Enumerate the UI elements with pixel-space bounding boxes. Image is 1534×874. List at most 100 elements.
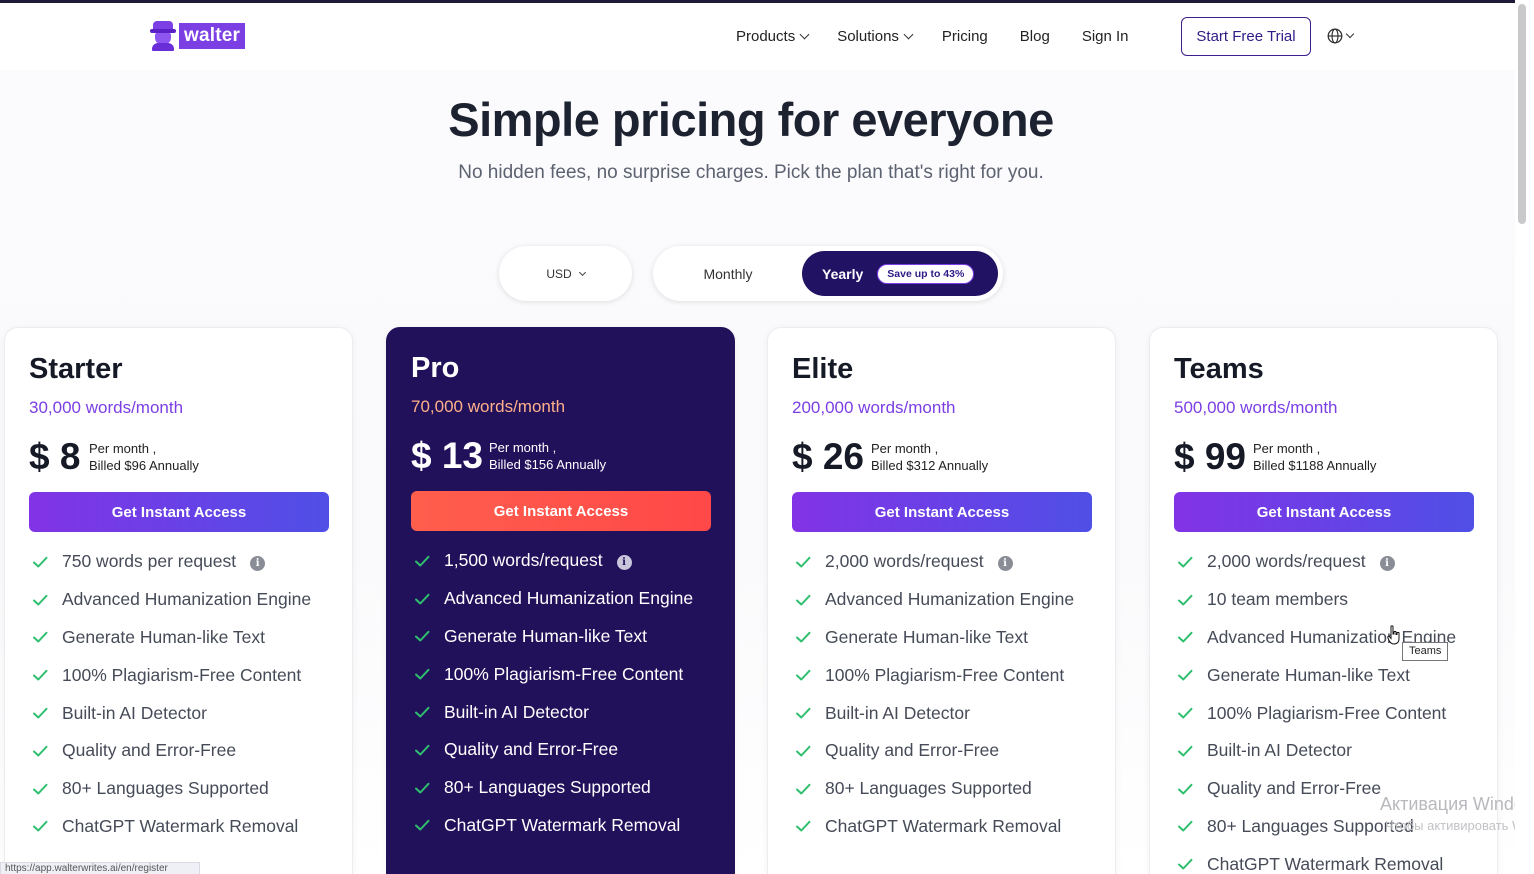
- feature-text: 80+ Languages Supported: [444, 777, 651, 798]
- start-free-trial-button[interactable]: Start Free Trial: [1181, 17, 1311, 56]
- feature-item: Generate Human-like Text: [411, 618, 693, 656]
- feature-item: ChatGPT Watermark Removal: [29, 808, 311, 846]
- feature-text: Built-in AI Detector: [444, 701, 589, 722]
- feature-text: Quality and Error-Free: [444, 739, 619, 760]
- check-icon: [1178, 745, 1193, 757]
- feature-text: 10 team members: [1207, 589, 1349, 610]
- check-icon: [1178, 821, 1193, 832]
- scrollbar-thumb[interactable]: [1518, 4, 1526, 224]
- feature-item: Advanced Humanization Engine: [411, 580, 693, 618]
- nav-solutions[interactable]: Solutions: [837, 28, 914, 45]
- page-subtitle: No hidden fees, no surprise charges. Pic…: [458, 162, 1044, 183]
- info-icon[interactable]: i: [616, 555, 632, 571]
- info-icon[interactable]: i: [250, 556, 266, 572]
- plan-price: $ 26: [792, 436, 865, 477]
- plan-period: Per month ,: [89, 441, 157, 456]
- feature-list: 1,500 words/request i Advanced Humanizatio…: [411, 542, 693, 844]
- check-icon: [33, 670, 48, 681]
- nav-products[interactable]: Products: [736, 28, 810, 45]
- status-bar-url: https://app.walterwrites.ai/en/register: [0, 862, 200, 874]
- page-title: Simple pricing for everyone: [448, 93, 1054, 146]
- feature-item: 100% Plagiarism-Free Content: [1174, 694, 1456, 732]
- feature-item: ChatGPT Watermark Removal: [792, 808, 1074, 846]
- check-icon: [33, 594, 48, 606]
- language-selector[interactable]: [1327, 28, 1355, 44]
- get-instant-access-button[interactable]: Get Instant Access: [411, 491, 711, 531]
- get-instant-access-button[interactable]: Get Instant Access: [792, 492, 1092, 532]
- check-icon: [33, 821, 48, 832]
- feature-item: 1,500 words/request i: [411, 542, 693, 580]
- plan-price: $ 8: [29, 436, 81, 477]
- currency-select[interactable]: USD: [499, 246, 632, 301]
- check-icon: [796, 707, 811, 719]
- get-instant-access-button[interactable]: Get Instant Access: [1174, 492, 1474, 532]
- currency-value: USD: [546, 266, 572, 281]
- feature-text: 2,000 words/request: [825, 551, 984, 572]
- windows-activation-subtext: Чтобы активировать W: [1385, 818, 1525, 833]
- info-icon[interactable]: i: [997, 556, 1013, 572]
- check-icon: [33, 783, 48, 795]
- plan-billed: Billed $156 Annually: [489, 457, 607, 472]
- check-icon: [1178, 594, 1193, 606]
- feature-item: 80+ Languages Supported: [411, 769, 693, 807]
- feature-item: Advanced Humanization Engine: [29, 581, 311, 619]
- plan-card-teams: Teams 500,000 words/month $ 99 Per month…: [1149, 327, 1498, 874]
- chevron-down-icon: [578, 268, 586, 276]
- nav-blog[interactable]: Blog: [1020, 28, 1050, 45]
- check-icon: [1178, 632, 1193, 643]
- get-instant-access-button[interactable]: Get Instant Access: [29, 492, 329, 532]
- feature-text: 100% Plagiarism-Free Content: [444, 663, 684, 684]
- tooltip: Teams: [1402, 642, 1449, 661]
- feature-item: 2,000 words/request i: [792, 543, 1074, 581]
- feature-item: Built-in AI Detector: [411, 693, 693, 731]
- feature-item: Generate Human-like Text: [29, 619, 311, 657]
- plan-words: 500,000 words/month: [1174, 398, 1338, 417]
- check-icon: [415, 631, 430, 642]
- feature-item: Generate Human-like Text: [1174, 656, 1456, 694]
- feature-text: ChatGPT Watermark Removal: [1207, 853, 1444, 874]
- check-icon: [415, 744, 430, 756]
- plan-billed: Billed $1188 Annually: [1253, 458, 1377, 473]
- plan-words: 70,000 words/month: [411, 397, 566, 416]
- logo[interactable]: walter: [150, 21, 246, 51]
- plan-card-starter: Starter 30,000 words/month $ 8 Per month…: [4, 327, 353, 874]
- scrollbar[interactable]: [1515, 0, 1534, 874]
- feature-item: 2,000 words/request i: [1174, 543, 1456, 581]
- feature-text: Generate Human-like Text: [62, 626, 265, 647]
- globe-icon: [1327, 28, 1343, 44]
- feature-item: Quality and Error-Free: [411, 731, 693, 769]
- billing-monthly-option[interactable]: Monthly: [653, 246, 803, 301]
- nav-pricing[interactable]: Pricing: [942, 28, 988, 45]
- feature-text: Advanced Humanization Engine: [62, 589, 312, 610]
- plan-words: 30,000 words/month: [29, 398, 184, 417]
- plan-name: Starter: [29, 353, 123, 385]
- feature-item: Built-in AI Detector: [1174, 732, 1456, 770]
- hand-cursor-icon: [1387, 625, 1400, 645]
- plan-name: Pro: [411, 352, 460, 384]
- feature-text: Quality and Error-Free: [825, 740, 1000, 761]
- nav-sign-in[interactable]: Sign In: [1082, 28, 1129, 45]
- check-icon: [796, 783, 811, 795]
- plan-card-elite: Elite 200,000 words/month $ 26 Per month…: [767, 327, 1116, 874]
- feature-item: ChatGPT Watermark Removal: [411, 807, 693, 845]
- feature-text: Quality and Error-Free: [62, 740, 237, 761]
- feature-text: 750 words per request: [62, 551, 237, 572]
- check-icon: [1178, 859, 1193, 870]
- feature-item: 750 words per request i: [29, 543, 311, 581]
- check-icon: [415, 820, 430, 831]
- chevron-down-icon: [1345, 29, 1355, 39]
- plan-name: Elite: [792, 353, 854, 385]
- check-icon: [415, 593, 430, 605]
- feature-text: ChatGPT Watermark Removal: [825, 815, 1062, 836]
- feature-item: 80+ Languages Supported: [29, 770, 311, 808]
- billing-yearly-option[interactable]: Yearly Save up to 43%: [802, 251, 998, 296]
- check-icon: [33, 707, 48, 719]
- feature-text: 2,000 words/request: [1207, 551, 1366, 572]
- billing-toggle: Monthly Yearly Save up to 43%: [653, 246, 1003, 301]
- feature-text: 1,500 words/request: [444, 550, 603, 571]
- info-icon[interactable]: i: [1379, 556, 1395, 572]
- feature-text: 100% Plagiarism-Free Content: [1207, 702, 1447, 723]
- check-icon: [1178, 556, 1193, 568]
- chevron-down-icon: [799, 29, 810, 39]
- feature-text: Built-in AI Detector: [1207, 740, 1352, 761]
